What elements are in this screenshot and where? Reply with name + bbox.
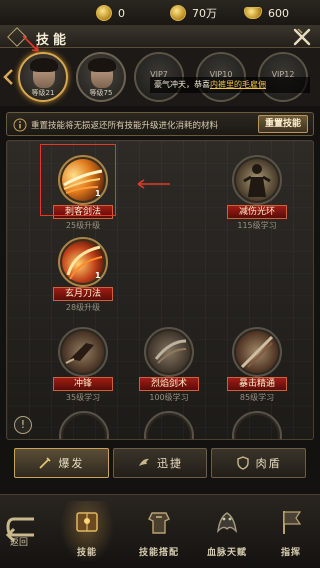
- character-level: 等级21: [31, 89, 55, 97]
- skill-level: 1: [95, 271, 101, 280]
- skill-icon-partial[interactable]: [59, 411, 109, 439]
- tab-burst[interactable]: 爆发: [14, 448, 109, 478]
- skill-requirement: 25级升级: [65, 221, 101, 230]
- reset-info-banner: 重置技能将无损返还所有技能升级进化消耗的材料 重置技能: [6, 112, 314, 136]
- skill-mode-tabs: 爆发 迅捷 肉盾: [14, 448, 307, 478]
- annotation-arrow-icon: [22, 35, 39, 52]
- skill-item[interactable]: 烈焰剑术 100级学习: [129, 323, 209, 403]
- bottom-navigation: 返回 技能 技能搭配 血脉天赋 指挥: [0, 494, 320, 568]
- critical-strike-icon: [232, 327, 282, 377]
- announcement-ticker: 豪气冲天，恭喜内裤里的毛雇佣: [150, 77, 310, 93]
- ingot-amount: 600: [268, 6, 289, 20]
- skill-name: 烈焰剑术: [139, 377, 199, 391]
- skill-requirement: 35级学习: [65, 393, 101, 402]
- help-icon[interactable]: !: [14, 416, 32, 434]
- shield-icon: [236, 456, 249, 470]
- gold-currency: 0: [96, 4, 125, 22]
- skill-name: 暴击精通: [227, 377, 287, 391]
- info-icon: [13, 118, 27, 132]
- ingot-icon: [244, 7, 262, 19]
- nav-command[interactable]: 指挥: [264, 501, 318, 563]
- silver-coin-icon: [170, 5, 186, 21]
- nav-skills[interactable]: 技能: [60, 501, 114, 563]
- skill-item[interactable]: 1 玄月刀法 28级升级: [43, 233, 123, 313]
- nav-label: 技能: [76, 548, 97, 558]
- aura-skill-icon: [232, 155, 282, 205]
- close-icon[interactable]: [292, 27, 312, 47]
- scroll-left-icon[interactable]: [2, 68, 16, 86]
- skill-item[interactable]: 暴击精通 85级学习: [217, 323, 297, 403]
- skill-requirement: 115级学习: [237, 221, 277, 230]
- tab-swift[interactable]: 迅捷: [112, 448, 208, 478]
- charge-skill-icon: [58, 327, 108, 377]
- silver-amount: 70万: [192, 7, 217, 20]
- silver-currency: 70万: [170, 4, 217, 22]
- skill-icon-partial[interactable]: [144, 411, 194, 439]
- character-hair: [30, 58, 58, 72]
- character-slot-1[interactable]: 等级21: [18, 52, 68, 102]
- announcement-player-link[interactable]: 内裤里的毛雇佣: [210, 80, 266, 89]
- armor-icon: [148, 512, 170, 534]
- tab-label: 肉盾: [255, 457, 282, 470]
- tab-label: 爆发: [58, 457, 85, 470]
- currency-bar: 0 70万 600: [0, 0, 320, 26]
- reset-skills-button[interactable]: 重置技能: [258, 115, 308, 133]
- dragon-icon: [217, 512, 237, 533]
- annotation-arrow-icon: [137, 179, 170, 189]
- character-slot-2[interactable]: 等级75: [76, 52, 126, 102]
- reset-info-text: 重置技能将无损返还所有技能升级进化消耗的材料: [31, 121, 219, 131]
- tab-tank[interactable]: 肉盾: [211, 448, 307, 478]
- nav-label: 血脉天赋: [206, 548, 247, 558]
- annotation-highlight-box: [40, 144, 116, 216]
- announcement-text: 豪气冲天，恭喜: [154, 80, 210, 89]
- nav-label: 指挥: [280, 548, 301, 558]
- nav-label: 技能搭配: [138, 548, 179, 558]
- character-hair: [88, 58, 116, 72]
- skill-name: 玄月刀法: [53, 287, 113, 301]
- nav-bloodline[interactable]: 血脉天赋: [200, 501, 254, 563]
- skill-requirement: 100级学习: [149, 393, 189, 402]
- skill-item[interactable]: 冲锋 35级学习: [43, 323, 123, 403]
- ingot-currency: 600: [244, 4, 289, 22]
- skill-book-icon: [76, 512, 98, 532]
- skill-icon-partial[interactable]: [232, 411, 282, 439]
- gold-coin-icon: [96, 5, 112, 21]
- gold-amount: 0: [118, 6, 125, 20]
- tab-label: 迅捷: [157, 457, 183, 470]
- banner-icon: [283, 511, 302, 534]
- page-header: 技能: [0, 26, 320, 48]
- skill-item[interactable]: 减伤光环 115级学习: [217, 151, 297, 231]
- skill-name: 减伤光环: [227, 205, 287, 219]
- sword-icon: [39, 457, 51, 469]
- nav-skill-config[interactable]: 技能搭配: [132, 501, 186, 563]
- wing-icon: [139, 458, 149, 466]
- back-label[interactable]: 返回: [4, 535, 34, 548]
- character-level: 等级75: [89, 89, 113, 97]
- skill-name: 冲锋: [53, 377, 113, 391]
- skill-requirement: 85级学习: [239, 393, 275, 402]
- flame-sword-icon: [144, 327, 194, 377]
- skill-requirement: 28级升级: [65, 303, 101, 312]
